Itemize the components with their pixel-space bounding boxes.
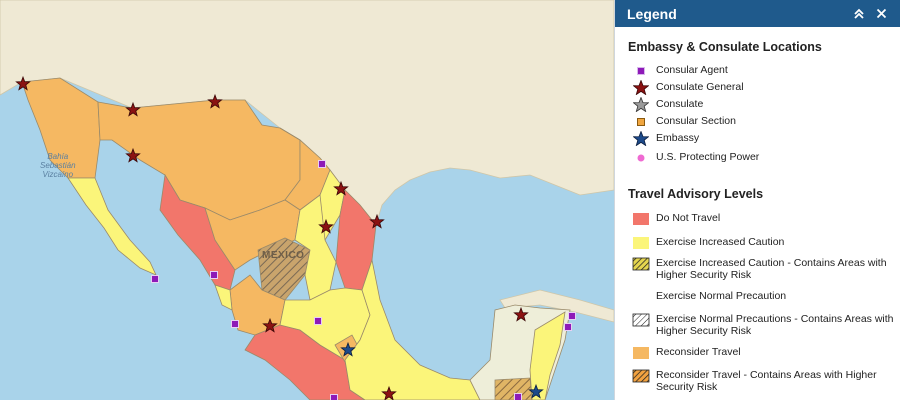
collapse-button[interactable]: [848, 3, 870, 25]
red-star-icon: [631, 80, 651, 95]
legend-item-label: Consular Agent: [656, 64, 728, 76]
map-label-mexico: MEXICO: [262, 250, 305, 261]
legend-level-increased-caution-hatched: Exercise Increased Caution - Contains Ar…: [631, 256, 900, 281]
map-canvas[interactable]: [0, 0, 614, 400]
legend-level-do-not-travel: Do Not Travel: [631, 211, 900, 226]
legend-item-consulate-general: Consulate General: [631, 80, 900, 95]
consular-agent-marker[interactable]: [330, 394, 338, 400]
pink-dot-icon: [631, 150, 651, 165]
consular-agent-marker[interactable]: [564, 323, 572, 331]
map-label-bahia-line1: Bahía: [47, 152, 69, 161]
legend-level-normal-precaution-hatched: Exercise Normal Precautions - Contains A…: [631, 312, 900, 337]
yellow-swatch-icon: [631, 235, 651, 250]
legend-item-consular-section: Consular Section: [631, 114, 900, 129]
map-view[interactable]: MEXICO Bahía Sebastián Vizcaíno: [0, 0, 614, 400]
legend-level-reconsider-travel-hatched: Reconsider Travel - Contains Areas with …: [631, 368, 900, 393]
yellow-hatched-swatch-icon: [631, 256, 651, 271]
locations-section-title: Embassy & Consulate Locations: [628, 40, 822, 54]
consular-agent-marker[interactable]: [568, 312, 576, 320]
map-label-bahia-line2: Sebastián: [40, 161, 76, 170]
legend-item-label: Consular Section: [656, 115, 736, 127]
legend-level-reconsider-travel: Reconsider Travel: [631, 345, 900, 360]
region-campeche-hatched: [494, 377, 533, 400]
legend-level-label: Exercise Increased Caution - Contains Ar…: [656, 257, 887, 281]
legend-level-label: Do Not Travel: [656, 212, 721, 224]
consular-agent-marker[interactable]: [231, 320, 239, 328]
consular-agent-marker[interactable]: [314, 317, 322, 325]
legend-header: Legend: [615, 0, 900, 27]
locations-list: Consular Agent Consulate General Consula…: [615, 63, 900, 165]
orange-hatched-swatch-icon: [631, 368, 651, 383]
map-label-bahia: Bahía Sebastián Vizcaíno: [40, 152, 76, 179]
close-button[interactable]: [870, 3, 892, 25]
legend-title: Legend: [627, 5, 677, 22]
consular-agent-marker[interactable]: [210, 271, 218, 279]
legend-item-label: Consulate General: [656, 81, 744, 93]
legend-item-consulate: Consulate: [631, 97, 900, 112]
legend-level-label: Exercise Normal Precaution: [656, 290, 787, 302]
legend-level-normal-precaution: Exercise Normal Precaution: [631, 289, 900, 304]
legend-item-label: U.S. Protecting Power: [656, 151, 760, 163]
gray-star-icon: [631, 97, 651, 112]
legend-level-label: Exercise Increased Caution: [656, 236, 785, 248]
blank-swatch-icon: [631, 289, 651, 304]
legend-item-label: Embassy: [656, 132, 700, 144]
legend-item-protecting-power: U.S. Protecting Power: [631, 150, 900, 165]
orange-swatch-icon: [631, 345, 651, 360]
legend-panel: Legend Embassy & Consulate Locations Con…: [614, 0, 900, 400]
consular-agent-marker[interactable]: [318, 160, 326, 168]
purple-square-icon: [631, 63, 651, 78]
map-label-bahia-line3: Vizcaíno: [42, 170, 74, 179]
levels-list: Do Not Travel Exercise Increased Caution…: [615, 211, 900, 393]
legend-level-label: Reconsider Travel - Contains Areas with …: [656, 369, 877, 393]
legend-level-label: Exercise Normal Precautions - Contains A…: [656, 313, 894, 337]
legend-item-consular-agent: Consular Agent: [631, 63, 900, 78]
legend-level-label: Reconsider Travel: [656, 346, 741, 358]
legend-item-label: Consulate: [656, 98, 704, 110]
consular-agent-marker[interactable]: [514, 393, 522, 400]
blue-star-icon: [631, 131, 651, 146]
legend-level-increased-caution: Exercise Increased Caution: [631, 235, 900, 250]
orange-square-icon: [631, 114, 651, 129]
legend-item-embassy: Embassy: [631, 131, 900, 146]
close-icon: [876, 8, 886, 19]
consular-agent-marker[interactable]: [151, 275, 159, 283]
white-hatched-swatch-icon: [631, 312, 651, 327]
red-swatch-icon: [631, 211, 651, 226]
double-chevron-up-icon: [854, 8, 864, 19]
levels-section-title: Travel Advisory Levels: [628, 187, 764, 201]
